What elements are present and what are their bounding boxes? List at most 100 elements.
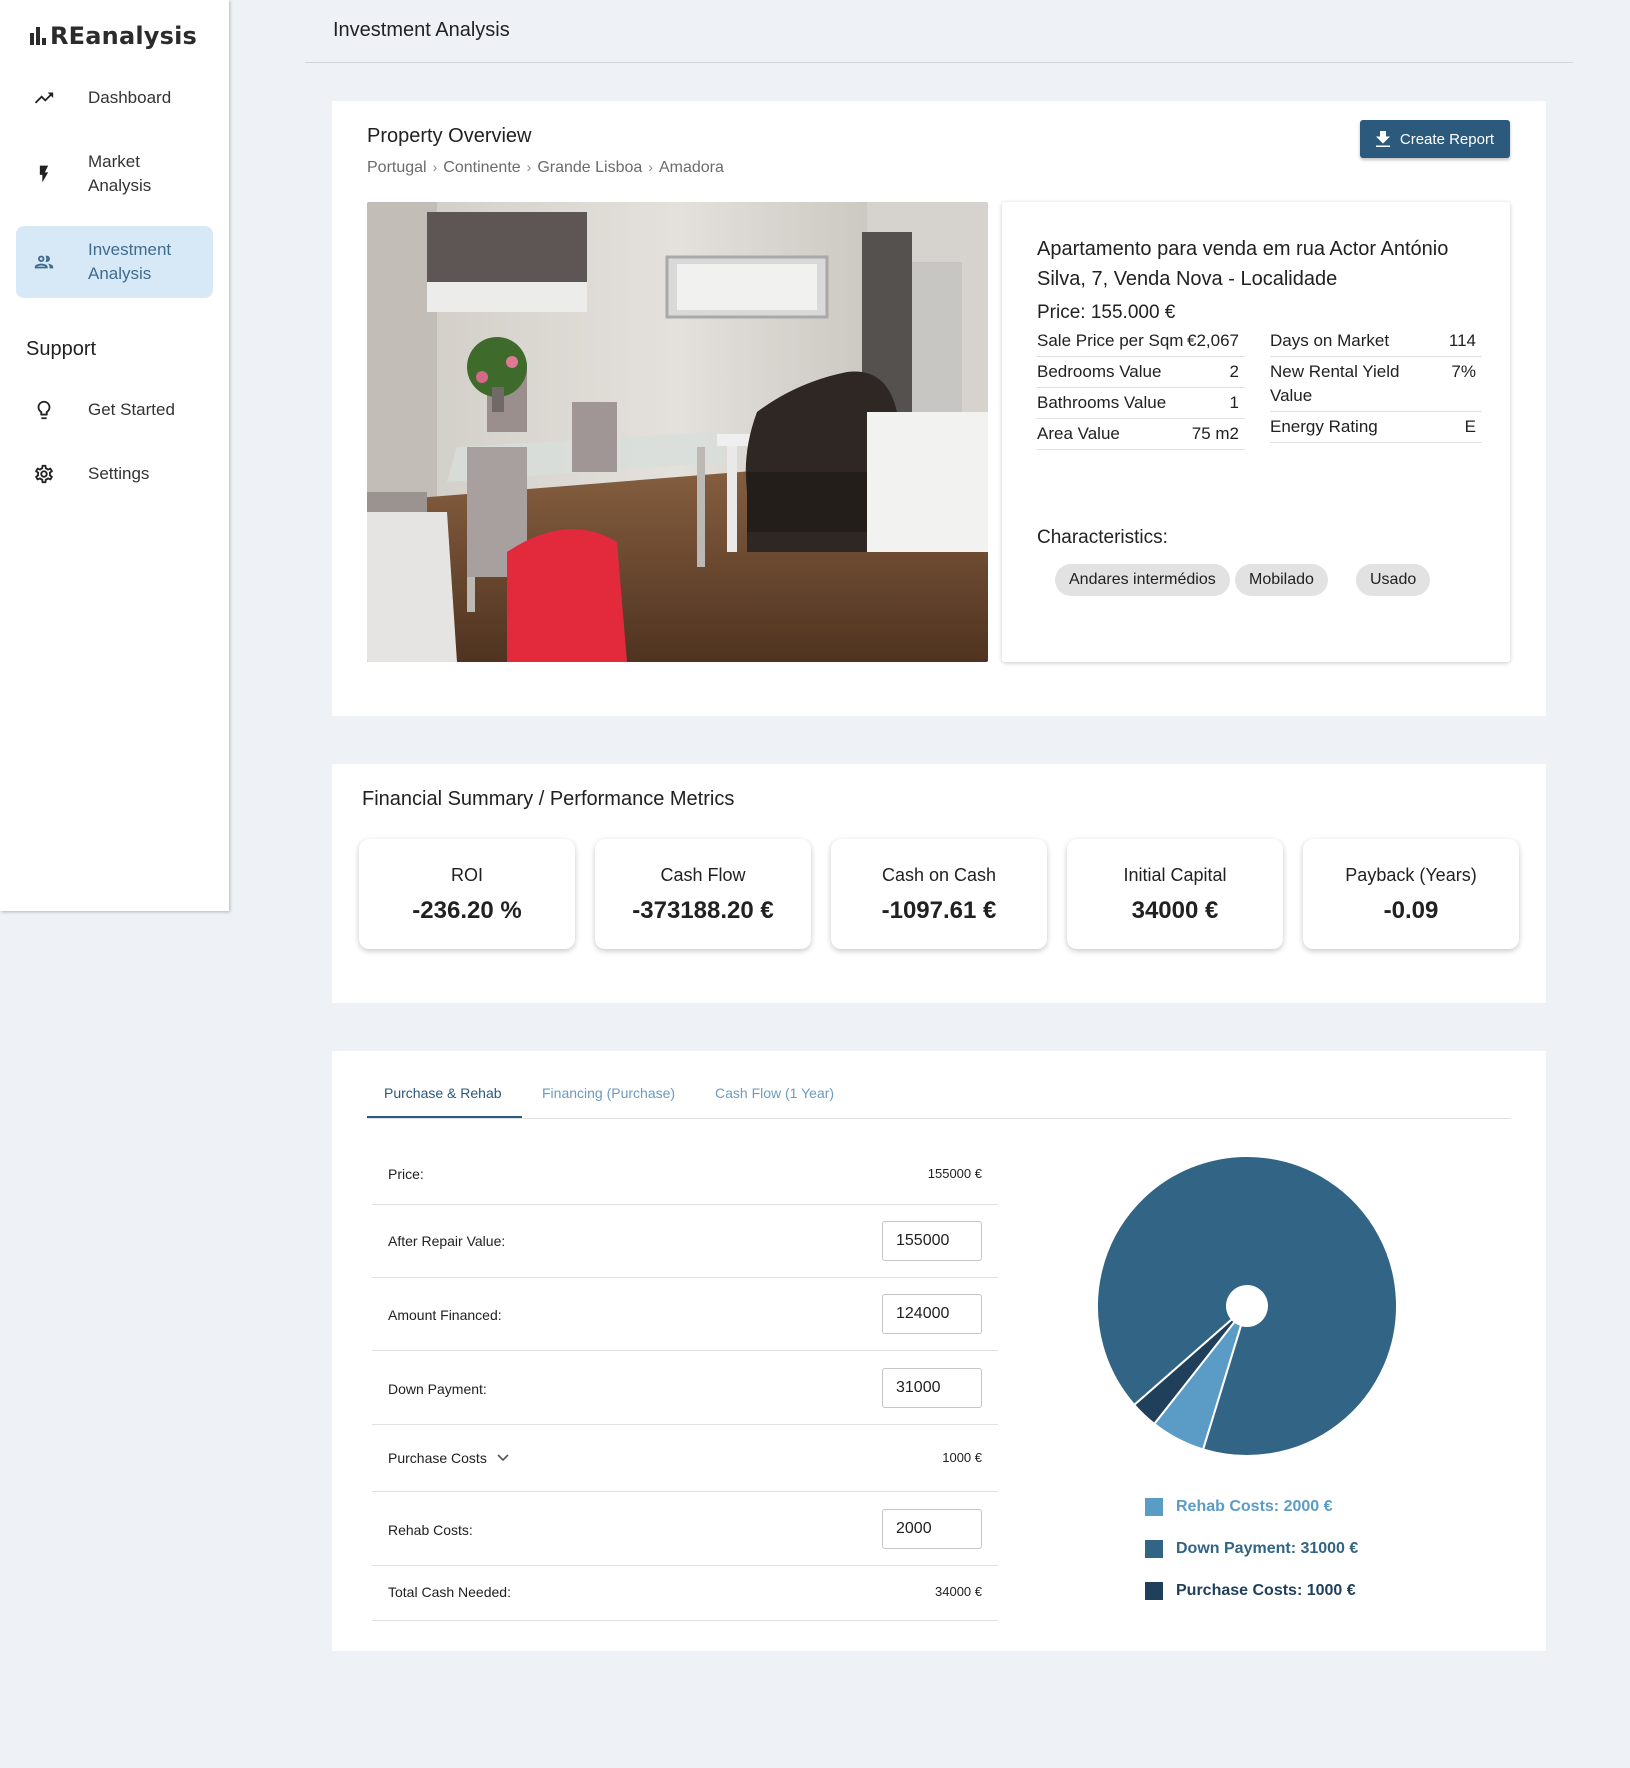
legend-label: Rehab Costs: 2000 € <box>1176 1498 1333 1515</box>
purchase-costs-label: Purchase Costs <box>388 1450 487 1466</box>
detail-key: Area Value <box>1037 424 1120 443</box>
purchase-costs-row[interactable]: Purchase Costs 1000 € <box>372 1425 998 1492</box>
sidebar-item-investment-analysis[interactable]: Investment Analysis <box>16 226 213 298</box>
metric-label: Initial Capital <box>1123 865 1227 885</box>
purchase-costs-toggle[interactable]: Purchase Costs <box>388 1450 509 1466</box>
chevron-down-icon <box>497 1454 509 1462</box>
sidebar-item-label: Settings <box>88 464 150 483</box>
breadcrumb-item[interactable]: Continente <box>443 159 520 177</box>
detail-key: Bathrooms Value <box>1037 393 1167 412</box>
trending-up-icon <box>30 84 58 112</box>
detail-key: Days on Market <box>1270 331 1390 350</box>
rehab-costs-label: Rehab Costs: <box>388 1522 473 1538</box>
amount-financed-row: Amount Financed: <box>372 1278 998 1351</box>
breadcrumb: Portugal › Continente › Grande Lisboa › … <box>367 159 724 177</box>
metric-card-payback: Payback (Years) -0.09 <box>1303 839 1519 949</box>
detail-row: Bedrooms Value 2 <box>1037 357 1245 388</box>
active-tab-indicator <box>367 1116 522 1118</box>
metric-value: 34000 € <box>1131 897 1219 924</box>
property-overview-title: Property Overview <box>367 125 532 147</box>
detail-row: New Rental Yield Value 7% <box>1270 357 1482 412</box>
logo-text: REanalysis <box>50 22 198 50</box>
metric-card-roi: ROI -236.20 % <box>359 839 575 949</box>
total-cash-value: 34000 € <box>935 1584 982 1599</box>
legend-label: Purchase Costs: 1000 € <box>1176 1582 1356 1599</box>
cost-breakdown-pie-chart <box>1096 1155 1398 1457</box>
price-value: 155000 € <box>927 1166 982 1181</box>
tab-financing[interactable]: Financing (Purchase) <box>542 1085 675 1101</box>
down-payment-row: Down Payment: <box>372 1351 998 1425</box>
listing-info-card: Apartamento para venda em rua Actor Antó… <box>1002 202 1510 662</box>
details-left: Sale Price per Sqm €2,067 Bedrooms Value… <box>1037 326 1245 450</box>
legend-item-purchase-costs[interactable]: Purchase Costs: 1000 € <box>1145 1582 1356 1600</box>
detail-value: 114 <box>1448 331 1476 350</box>
detail-value: 1 <box>1229 393 1239 412</box>
legend-item-down-payment[interactable]: Down Payment: 31000 € <box>1145 1540 1358 1558</box>
amount-financed-label: Amount Financed: <box>388 1307 502 1323</box>
people-icon <box>30 248 58 276</box>
metric-label: ROI <box>450 865 483 885</box>
characteristic-chip[interactable]: Mobilado <box>1235 564 1328 596</box>
metric-label: Payback (Years) <box>1345 865 1477 885</box>
detail-value: 7% <box>1451 362 1476 381</box>
total-cash-row: Total Cash Needed: 34000 € <box>372 1566 998 1621</box>
chevron-right-icon: › <box>526 159 532 175</box>
chevron-right-icon: › <box>432 159 438 175</box>
down-payment-input[interactable] <box>882 1368 982 1408</box>
sidebar-item-market-analysis[interactable]: Market Analysis <box>16 148 213 200</box>
breadcrumb-item[interactable]: Portugal <box>367 159 427 177</box>
characteristic-chip[interactable]: Andares intermédios <box>1055 564 1230 596</box>
characteristic-chip[interactable]: Usado <box>1356 564 1431 596</box>
legend-swatch <box>1145 1498 1163 1516</box>
detail-key: New Rental Yield Value <box>1270 362 1400 405</box>
details-right: Days on Market 114 New Rental Yield Valu… <box>1270 326 1482 443</box>
sidebar: REanalysis Dashboard Market Analysis Inv… <box>0 0 229 911</box>
sidebar-item-label: Market Analysis <box>88 152 152 195</box>
tab-purchase-rehab[interactable]: Purchase & Rehab <box>384 1085 502 1101</box>
price-label: Price: <box>388 1166 424 1182</box>
rehab-costs-input[interactable] <box>882 1509 982 1549</box>
sidebar-item-get-started[interactable]: Get Started <box>16 394 213 426</box>
metric-label: Cash Flow <box>660 865 746 885</box>
down-payment-label: Down Payment: <box>388 1381 487 1397</box>
property-overview-card: Property Overview Portugal › Continente … <box>332 101 1546 716</box>
after-repair-value-label: After Repair Value: <box>388 1233 506 1249</box>
detail-value: E <box>1464 417 1476 436</box>
create-report-button[interactable]: Create Report <box>1360 120 1510 158</box>
metric-label: Cash on Cash <box>881 865 997 885</box>
after-repair-value-input[interactable] <box>882 1221 982 1261</box>
legend-label: Down Payment: 31000 € <box>1176 1540 1359 1557</box>
detail-row: Energy Rating E <box>1270 412 1482 443</box>
breadcrumb-item[interactable]: Grande Lisboa <box>537 159 642 177</box>
sidebar-item-dashboard[interactable]: Dashboard <box>16 82 213 114</box>
detail-row: Days on Market 114 <box>1270 326 1482 357</box>
total-cash-label: Total Cash Needed: <box>388 1584 511 1600</box>
calculator-card: Purchase & Rehab Financing (Purchase) Ca… <box>332 1051 1546 1651</box>
listing-price: Price: 155.000 € <box>1037 302 1176 323</box>
create-report-label: Create Report <box>1399 130 1495 148</box>
lightbulb-icon <box>30 396 58 424</box>
detail-row: Bathrooms Value 1 <box>1037 388 1245 419</box>
sidebar-item-settings[interactable]: Settings <box>16 458 213 490</box>
amount-financed-input[interactable] <box>882 1294 982 1334</box>
breadcrumb-item[interactable]: Amadora <box>659 159 724 177</box>
property-photo[interactable] <box>367 202 988 662</box>
rehab-costs-row: Rehab Costs: <box>372 1492 998 1566</box>
gear-icon <box>30 460 58 488</box>
metric-value: -373188.20 € <box>632 897 774 924</box>
calculator-tabs: Purchase & Rehab Financing (Purchase) Ca… <box>367 1079 1511 1119</box>
price-row: Price: 155000 € <box>372 1145 998 1205</box>
bolt-icon <box>30 160 58 188</box>
legend-item-rehab[interactable]: Rehab Costs: 2000 € <box>1145 1498 1333 1516</box>
page-header: Investment Analysis <box>305 0 1573 63</box>
app-logo[interactable]: REanalysis <box>30 22 197 50</box>
financial-summary-card: Financial Summary / Performance Metrics … <box>332 764 1546 1003</box>
support-heading: Support <box>26 338 97 360</box>
page-title: Investment Analysis <box>333 19 510 41</box>
detail-key: Bedrooms Value <box>1037 362 1162 381</box>
chevron-right-icon: › <box>648 159 653 175</box>
detail-key: Sale Price per Sqm <box>1037 331 1184 350</box>
metric-value: -1097.61 € <box>881 897 997 924</box>
tab-cash-flow[interactable]: Cash Flow (1 Year) <box>715 1085 834 1101</box>
detail-key: Energy Rating <box>1270 417 1378 436</box>
